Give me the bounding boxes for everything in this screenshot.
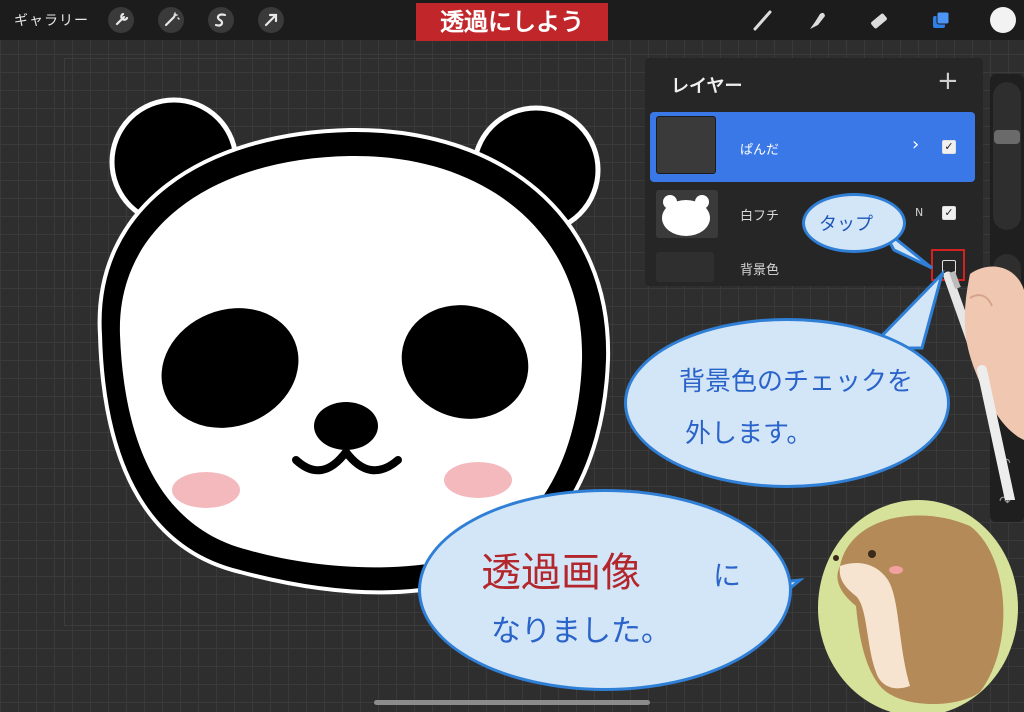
tap-speech-bubble: タップ — [802, 193, 906, 253]
chevron-right-icon[interactable]: › — [912, 134, 919, 155]
transparent-text-line2: なりました。 — [491, 614, 671, 649]
layer-row-panda[interactable]: ぱんだ › ✓ — [650, 112, 975, 182]
layer-name: 白フチ — [740, 209, 780, 224]
layer-thumbnail — [656, 252, 714, 282]
add-layer-button[interactable]: + — [937, 66, 959, 96]
brush-size-slider[interactable] — [993, 82, 1021, 230]
blend-mode-label[interactable]: N — [915, 206, 923, 219]
hedgehog-illustration — [818, 500, 1018, 712]
tap-label: タップ — [819, 214, 873, 235]
transparent-speech-bubble: 透過画像 に なりました。 — [418, 489, 792, 691]
layer-visibility-checkbox[interactable]: ✓ — [942, 206, 956, 220]
layers-title: レイヤー — [671, 76, 743, 97]
layer-name: 背景色 — [740, 263, 780, 278]
layer-visibility-checkbox[interactable]: ✓ — [942, 140, 956, 154]
procreate-screen: ギャラリー 透過にしよう レイヤー + ぱんだ › ✓ 白フチ N ✓ 背景色 … — [0, 0, 1024, 712]
layer-thumbnail — [656, 116, 716, 174]
layer-name: ぱんだ — [740, 143, 780, 158]
brush-size-handle[interactable] — [994, 130, 1020, 144]
uncheck-text-line1: 背景色のチェックを — [679, 367, 914, 397]
layer-thumbnail — [656, 190, 718, 238]
transparent-particle: に — [713, 559, 742, 592]
uncheck-speech-bubble: 背景色のチェックを 外します。 — [624, 318, 950, 488]
uncheck-text-line2: 外します。 — [685, 419, 813, 449]
transparent-word: 透過画像 — [481, 550, 641, 596]
home-indicator — [374, 700, 650, 705]
